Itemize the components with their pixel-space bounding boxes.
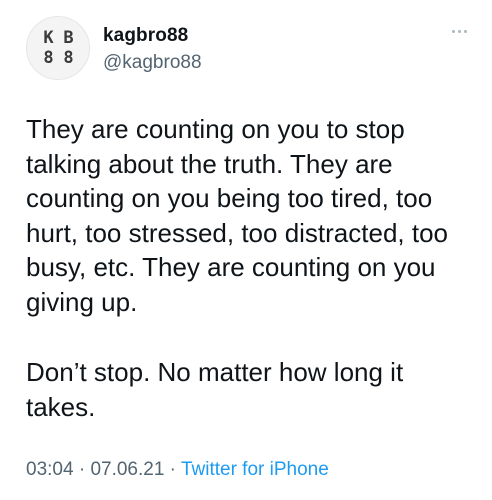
meta-separator: · [164,459,181,480]
tweet-time[interactable]: 03:04 [26,459,74,480]
meta-separator: · [73,459,91,480]
tweet-text-paragraph-1: They are counting on you to stop talking… [26,114,449,317]
avatar-letter: 8 [43,48,53,68]
tweet-text-paragraph-2: Don’t stop. No matter how long it takes. [26,357,404,422]
avatar-letter: B [63,28,73,48]
display-name[interactable]: kagbro88 [103,25,188,47]
tweet-date[interactable]: 07.06.21 [90,459,164,480]
avatar-letter: 8 [63,48,73,68]
avatar-letter: K [43,28,53,48]
kb88-logo-icon: K B 8 8 [39,29,77,67]
tweet-card: K B 8 8 kagbro88 @kagbro88 They are coun… [0,0,492,500]
dot [451,29,455,33]
user-handle[interactable]: @kagbro88 [103,52,202,74]
dot [463,29,467,33]
avatar[interactable]: K B 8 8 [26,16,90,80]
tweet-meta: 03:04 · 07.06.21 · Twitter for iPhone [26,459,329,481]
tweet-source-link[interactable]: Twitter for iPhone [181,459,329,480]
more-dots-icon[interactable] [448,24,470,38]
dot [457,29,461,33]
